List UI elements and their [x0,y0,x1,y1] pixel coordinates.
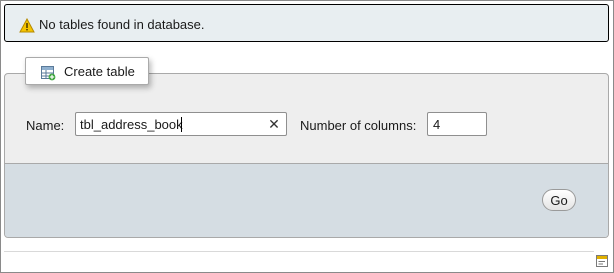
columns-label: Number of columns: [300,118,417,133]
create-table-title: Create table [64,64,135,79]
table-name-input[interactable] [76,113,260,135]
create-table-form: Name: ✕ Number of columns: Go [4,73,609,238]
table-name-field[interactable]: ✕ [75,112,287,136]
divider [4,251,594,252]
table-add-icon [40,65,56,81]
name-label: Name: [26,118,65,133]
warning-icon [19,17,35,33]
clear-icon[interactable]: ✕ [268,117,280,131]
notice-box: No tables found in database. [4,4,609,42]
console-icon[interactable] [596,255,608,267]
notice-message: No tables found in database. [39,17,205,32]
text-cursor [181,117,182,132]
create-table-legend: Create table [25,57,149,85]
num-columns-input[interactable] [427,112,487,136]
form-footer: Go [5,163,608,237]
go-button[interactable]: Go [542,189,576,211]
